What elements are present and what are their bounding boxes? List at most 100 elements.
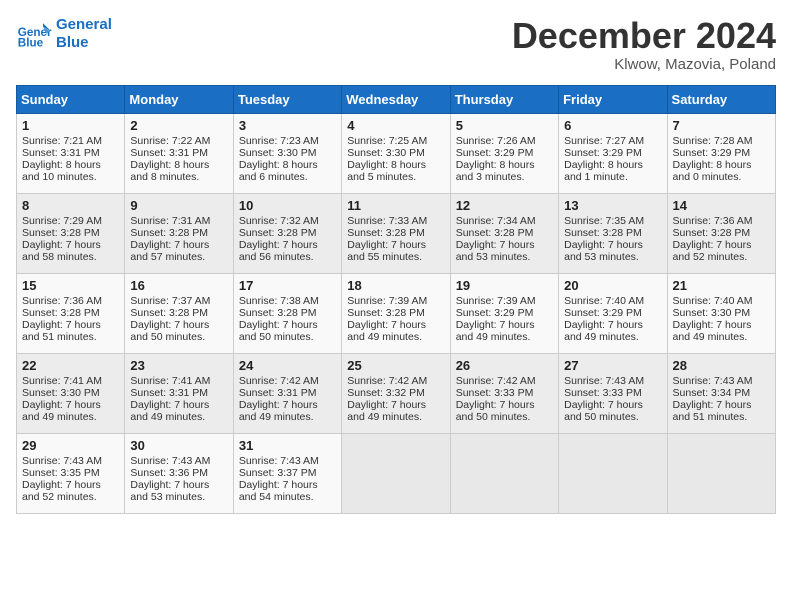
day-number: 5 [456, 118, 553, 133]
table-row: 13Sunrise: 7:35 AMSunset: 3:28 PMDayligh… [559, 193, 667, 273]
day-number: 1 [22, 118, 119, 133]
sunset: Sunset: 3:28 PM [564, 227, 642, 239]
day-number: 20 [564, 278, 661, 293]
sunrise: Sunrise: 7:32 AM [239, 215, 319, 227]
sunset: Sunset: 3:29 PM [456, 147, 534, 159]
sunset: Sunset: 3:28 PM [239, 227, 317, 239]
table-row [342, 433, 450, 513]
table-row [667, 433, 775, 513]
sunrise: Sunrise: 7:21 AM [22, 135, 102, 147]
sunset: Sunset: 3:31 PM [239, 387, 317, 399]
sunset: Sunset: 3:28 PM [347, 227, 425, 239]
daylight: Daylight: 7 hours and 49 minutes. [347, 319, 426, 343]
sunrise: Sunrise: 7:34 AM [456, 215, 536, 227]
sunset: Sunset: 3:35 PM [22, 467, 100, 479]
sunrise: Sunrise: 7:43 AM [130, 455, 210, 467]
day-number: 12 [456, 198, 553, 213]
table-row: 17Sunrise: 7:38 AMSunset: 3:28 PMDayligh… [233, 273, 341, 353]
table-row: 25Sunrise: 7:42 AMSunset: 3:32 PMDayligh… [342, 353, 450, 433]
table-row [559, 433, 667, 513]
sunset: Sunset: 3:30 PM [239, 147, 317, 159]
sunset: Sunset: 3:30 PM [22, 387, 100, 399]
month-title: December 2024 [512, 16, 776, 56]
col-tuesday: Tuesday [233, 85, 341, 113]
sunset: Sunset: 3:29 PM [564, 307, 642, 319]
day-number: 16 [130, 278, 227, 293]
sunset: Sunset: 3:33 PM [564, 387, 642, 399]
day-number: 6 [564, 118, 661, 133]
day-number: 21 [673, 278, 770, 293]
title-block: December 2024 Klwow, Mazovia, Poland [512, 16, 776, 73]
daylight: Daylight: 7 hours and 49 minutes. [347, 399, 426, 423]
daylight: Daylight: 7 hours and 49 minutes. [564, 319, 643, 343]
daylight: Daylight: 7 hours and 53 minutes. [456, 239, 535, 263]
daylight: Daylight: 7 hours and 55 minutes. [347, 239, 426, 263]
table-row: 22Sunrise: 7:41 AMSunset: 3:30 PMDayligh… [17, 353, 125, 433]
day-number: 3 [239, 118, 336, 133]
sunset: Sunset: 3:28 PM [239, 307, 317, 319]
table-row: 12Sunrise: 7:34 AMSunset: 3:28 PMDayligh… [450, 193, 558, 273]
day-number: 4 [347, 118, 444, 133]
header-row: Sunday Monday Tuesday Wednesday Thursday… [17, 85, 776, 113]
daylight: Daylight: 7 hours and 56 minutes. [239, 239, 318, 263]
daylight: Daylight: 8 hours and 0 minutes. [673, 159, 752, 183]
table-row: 5Sunrise: 7:26 AMSunset: 3:29 PMDaylight… [450, 113, 558, 193]
sunrise: Sunrise: 7:40 AM [673, 295, 753, 307]
sunrise: Sunrise: 7:25 AM [347, 135, 427, 147]
table-row: 18Sunrise: 7:39 AMSunset: 3:28 PMDayligh… [342, 273, 450, 353]
day-number: 26 [456, 358, 553, 373]
page-header: General Blue GeneralBlue December 2024 K… [16, 16, 776, 73]
daylight: Daylight: 7 hours and 50 minutes. [456, 399, 535, 423]
table-row: 24Sunrise: 7:42 AMSunset: 3:31 PMDayligh… [233, 353, 341, 433]
daylight: Daylight: 7 hours and 53 minutes. [130, 479, 209, 503]
daylight: Daylight: 7 hours and 49 minutes. [239, 399, 318, 423]
sunrise: Sunrise: 7:36 AM [22, 295, 102, 307]
table-row: 2Sunrise: 7:22 AMSunset: 3:31 PMDaylight… [125, 113, 233, 193]
sunrise: Sunrise: 7:29 AM [22, 215, 102, 227]
sunset: Sunset: 3:28 PM [130, 227, 208, 239]
table-row: 9Sunrise: 7:31 AMSunset: 3:28 PMDaylight… [125, 193, 233, 273]
daylight: Daylight: 7 hours and 58 minutes. [22, 239, 101, 263]
sunrise: Sunrise: 7:42 AM [239, 375, 319, 387]
sunset: Sunset: 3:34 PM [673, 387, 751, 399]
day-number: 11 [347, 198, 444, 213]
sunrise: Sunrise: 7:41 AM [130, 375, 210, 387]
daylight: Daylight: 7 hours and 51 minutes. [22, 319, 101, 343]
sunset: Sunset: 3:33 PM [456, 387, 534, 399]
day-number: 7 [673, 118, 770, 133]
sunrise: Sunrise: 7:37 AM [130, 295, 210, 307]
sunset: Sunset: 3:30 PM [673, 307, 751, 319]
sunset: Sunset: 3:28 PM [130, 307, 208, 319]
day-number: 8 [22, 198, 119, 213]
col-sunday: Sunday [17, 85, 125, 113]
daylight: Daylight: 7 hours and 50 minutes. [564, 399, 643, 423]
daylight: Daylight: 7 hours and 50 minutes. [130, 319, 209, 343]
sunset: Sunset: 3:28 PM [22, 227, 100, 239]
sunset: Sunset: 3:31 PM [130, 147, 208, 159]
daylight: Daylight: 7 hours and 52 minutes. [22, 479, 101, 503]
sunrise: Sunrise: 7:23 AM [239, 135, 319, 147]
daylight: Daylight: 7 hours and 54 minutes. [239, 479, 318, 503]
day-number: 27 [564, 358, 661, 373]
table-row: 3Sunrise: 7:23 AMSunset: 3:30 PMDaylight… [233, 113, 341, 193]
table-row: 6Sunrise: 7:27 AMSunset: 3:29 PMDaylight… [559, 113, 667, 193]
sunrise: Sunrise: 7:41 AM [22, 375, 102, 387]
day-number: 17 [239, 278, 336, 293]
day-number: 30 [130, 438, 227, 453]
table-row: 8 Sunrise: 7:29 AMSunset: 3:28 PMDaylight… [17, 193, 125, 273]
calendar-row: 8Sunrise: 7:29 AMSunset: 3:28 PMDaylight… [17, 193, 776, 273]
sunset: Sunset: 3:30 PM [347, 147, 425, 159]
calendar-table: Sunday Monday Tuesday Wednesday Thursday… [16, 85, 776, 514]
sunrise: Sunrise: 7:38 AM [239, 295, 319, 307]
logo-text: GeneralBlue [56, 16, 112, 52]
day-number: 15 [22, 278, 119, 293]
calendar-row: 15Sunrise: 7:36 AMSunset: 3:28 PMDayligh… [17, 273, 776, 353]
sunrise: Sunrise: 7:42 AM [456, 375, 536, 387]
sunrise: Sunrise: 7:39 AM [347, 295, 427, 307]
sunset: Sunset: 3:31 PM [130, 387, 208, 399]
daylight: Daylight: 7 hours and 51 minutes. [673, 399, 752, 423]
day-number: 10 [239, 198, 336, 213]
logo-icon: General Blue [16, 16, 52, 52]
sunrise: Sunrise: 7:40 AM [564, 295, 644, 307]
table-row: 11Sunrise: 7:33 AMSunset: 3:28 PMDayligh… [342, 193, 450, 273]
